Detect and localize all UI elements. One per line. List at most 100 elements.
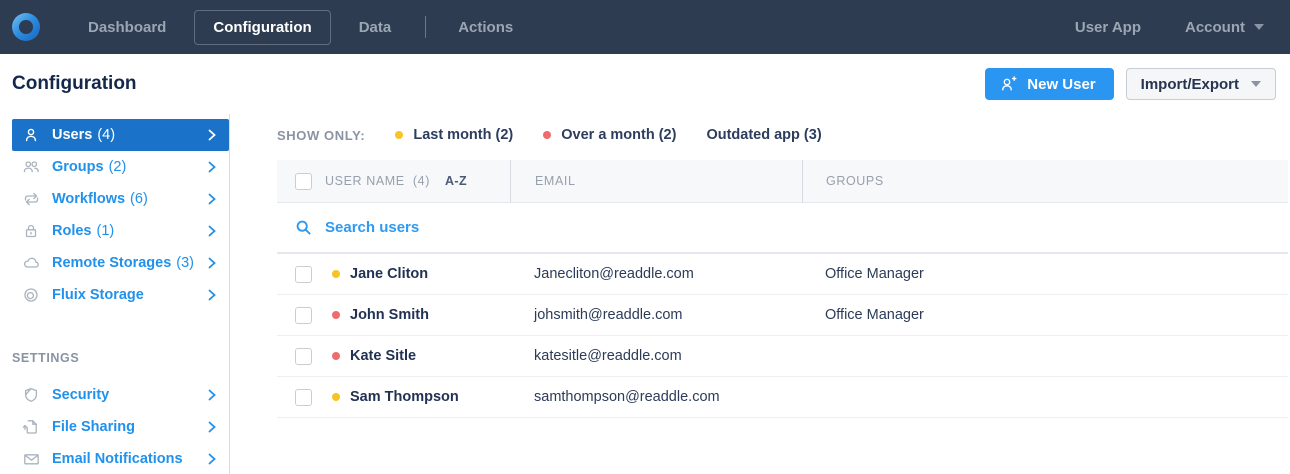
search-icon (295, 219, 312, 236)
chevron-right-icon (208, 389, 216, 401)
new-user-label: New User (1027, 75, 1096, 93)
nav-actions[interactable]: Actions (440, 11, 531, 44)
yellow-dot-icon (395, 131, 404, 139)
chevron-down-icon (1254, 24, 1264, 30)
status-dot-icon (332, 270, 340, 278)
user-name-cell: Jane Cliton (350, 266, 429, 282)
user-icon (22, 126, 42, 144)
settings-section-label: SETTINGS (12, 351, 80, 365)
user-name-cell: John Smith (350, 307, 429, 323)
sort-a-z[interactable]: A-Z (445, 174, 467, 188)
top-navigation: Dashboard Configuration Data Actions (70, 9, 541, 45)
new-user-button[interactable]: New User (985, 68, 1114, 100)
groups-cell: Office Manager (825, 307, 924, 323)
row-checkbox[interactable] (295, 388, 312, 406)
chevron-right-icon (208, 289, 216, 301)
email-cell: samthompson@readdle.com (534, 389, 720, 405)
status-dot-icon (332, 352, 340, 360)
email-cell: katesitle@readdle.com (534, 348, 682, 364)
sidebar-item-email-notifications[interactable]: Email Notifications (12, 443, 229, 474)
import-export-button[interactable]: Import/Export (1125, 68, 1276, 100)
status-dot-icon (332, 311, 340, 319)
chevron-right-icon (208, 193, 216, 205)
sidebar-item-label: File Sharing (52, 419, 135, 435)
sidebar-item-label: Roles (52, 223, 92, 239)
nav-data[interactable]: Data (341, 11, 410, 44)
top-bar: Dashboard Configuration Data Actions Use… (0, 0, 1290, 54)
users-table: USER NAME (4) A-Z EMAIL GROUPS Search us… (277, 160, 1288, 418)
cloud-icon (22, 254, 42, 272)
fluix-ring-icon (22, 286, 42, 304)
page-title: Configuration (12, 73, 137, 94)
sidebar-item-remote-storages[interactable]: Remote Storages (3) (12, 247, 229, 279)
table-row[interactable]: Kate Sitle katesitle@readdle.com (277, 336, 1288, 377)
sidebar-item-label: Remote Storages (52, 255, 172, 271)
sidebar-item-fluix-storage[interactable]: Fluix Storage (12, 279, 229, 311)
sidebar-item-workflows[interactable]: Workflows (6) (12, 183, 229, 215)
filter-label: Over a month (2) (561, 127, 677, 143)
chevron-right-icon (208, 225, 216, 237)
sidebar-item-count: (2) (108, 159, 127, 175)
account-label: Account (1185, 18, 1245, 36)
filter-label: Outdated app (3) (706, 127, 822, 143)
table-row[interactable]: Jane Cliton Janecliton@readdle.com Offic… (277, 254, 1288, 295)
sidebar-item-label: Groups (52, 159, 104, 175)
sidebar: Users (4) Groups (2) Workflows (6) Roles… (12, 114, 230, 474)
filter-outdated-app[interactable]: Outdated app (3) (706, 127, 821, 143)
nav-dashboard[interactable]: Dashboard (70, 11, 184, 44)
main-content: SHOW ONLY: Last month (2) Over a month (… (230, 114, 1290, 474)
sidebar-item-users[interactable]: Users (4) (12, 119, 229, 151)
email-cell: Janecliton@readdle.com (534, 266, 694, 282)
column-user-name: USER NAME (4) A-Z (312, 174, 510, 188)
header-actions: New User Import/Export (985, 68, 1276, 100)
show-only-label: SHOW ONLY: (277, 127, 366, 143)
nav-configuration[interactable]: Configuration (194, 9, 331, 45)
sidebar-item-count: (3) (176, 255, 194, 271)
select-all-checkbox[interactable] (295, 172, 312, 190)
status-dot-icon (332, 393, 340, 401)
add-user-icon (999, 75, 1017, 93)
sidebar-item-security[interactable]: Security (12, 379, 229, 411)
sidebar-item-groups[interactable]: Groups (2) (12, 151, 229, 183)
chevron-down-icon (1251, 81, 1261, 87)
chevron-right-icon (208, 453, 216, 465)
row-checkbox[interactable] (295, 265, 312, 283)
workflow-icon (22, 190, 42, 208)
row-checkbox[interactable] (295, 306, 312, 324)
fluix-logo[interactable] (12, 13, 40, 41)
user-app-link[interactable]: User App (1075, 19, 1141, 36)
sidebar-item-label: Fluix Storage (52, 287, 144, 303)
shield-icon (22, 386, 42, 404)
topbar-right: User App Account (1075, 19, 1264, 36)
filter-over-a-month[interactable]: Over a month (2) (543, 127, 676, 143)
sidebar-item-file-sharing[interactable]: File Sharing (12, 411, 229, 443)
email-cell: johsmith@readdle.com (534, 307, 683, 323)
sidebar-item-roles[interactable]: Roles (1) (12, 215, 229, 247)
filter-last-month[interactable]: Last month (2) (395, 127, 513, 143)
group-icon (22, 158, 42, 176)
chevron-right-icon (208, 129, 216, 141)
filter-label: Last month (2) (413, 127, 514, 143)
account-menu[interactable]: Account (1185, 19, 1264, 36)
table-row[interactable]: John Smith johsmith@readdle.com Office M… (277, 295, 1288, 336)
sidebar-item-count: (1) (96, 223, 115, 239)
search-users-input[interactable]: Search users (277, 203, 1288, 254)
chevron-right-icon (208, 257, 216, 269)
filter-bar: SHOW ONLY: Last month (2) Over a month (… (277, 127, 1288, 143)
envelope-icon (22, 450, 42, 468)
sidebar-item-label: Security (52, 387, 110, 403)
column-email: EMAIL (510, 160, 802, 202)
row-checkbox[interactable] (295, 347, 312, 365)
import-export-label: Import/Export (1140, 75, 1239, 93)
table-header: USER NAME (4) A-Z EMAIL GROUPS (277, 160, 1288, 203)
sidebar-item-label: Email Notifications (52, 451, 183, 467)
lock-icon (22, 222, 42, 240)
content-layout: Users (4) Groups (2) Workflows (6) Roles… (0, 114, 1290, 474)
sidebar-item-label: Workflows (52, 191, 126, 207)
sidebar-item-count: (4) (97, 127, 116, 143)
groups-cell: Office Manager (825, 266, 924, 282)
sidebar-item-count: (6) (130, 191, 148, 207)
table-row[interactable]: Sam Thompson samthompson@readdle.com (277, 377, 1288, 418)
file-upload-icon (22, 418, 42, 436)
chevron-right-icon (208, 161, 216, 173)
